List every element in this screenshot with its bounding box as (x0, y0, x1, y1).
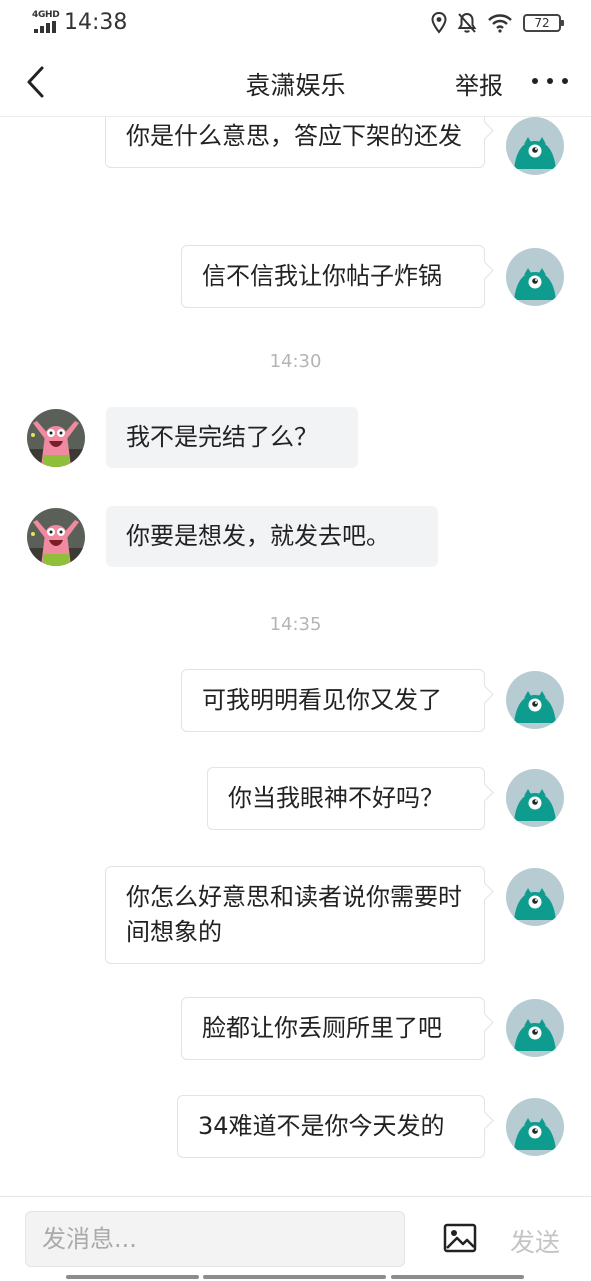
my-avatar[interactable] (506, 769, 564, 827)
sent-message-bubble[interactable]: 可我明明看见你又发了 (181, 669, 485, 732)
sent-message-bubble[interactable]: 你当我眼神不好吗？ (207, 767, 485, 830)
sent-message-bubble[interactable]: 你怎么好意思和读者说你需要时间想象的 (105, 866, 485, 964)
more-dots-icon (532, 78, 568, 84)
sent-message-bubble[interactable]: 34难道不是你今天发的 (177, 1095, 485, 1158)
image-button[interactable] (443, 1223, 477, 1253)
wifi-icon (488, 14, 512, 33)
my-avatar[interactable] (506, 999, 564, 1057)
chat-message-list[interactable]: 你是什么意思，答应下架的还发信不信我让你帖子炸锅 14:30 我不是完结了么？ 你要是… (0, 117, 591, 1195)
sent-message-bubble[interactable]: 信不信我让你帖子炸锅 (181, 245, 485, 308)
more-button[interactable] (528, 66, 572, 96)
my-avatar[interactable] (506, 1098, 564, 1156)
send-button[interactable]: 发送 (510, 1223, 560, 1259)
sent-message-bubble[interactable]: 你是什么意思，答应下架的还发 (105, 117, 485, 168)
report-button[interactable]: 举报 (455, 66, 503, 101)
message-text: 你当我眼神不好吗？ (228, 784, 444, 812)
received-message-bubble[interactable]: 你要是想发，就发去吧。 (106, 506, 438, 567)
signal-icon: 4GHD (32, 10, 60, 33)
contact-avatar[interactable] (27, 508, 85, 566)
message-timestamp: 14:30 (269, 351, 322, 372)
message-text: 你要是想发，就发去吧。 (126, 522, 390, 550)
home-indicator (66, 1275, 199, 1279)
nav-bar: 袁潇娱乐 举报 (0, 48, 591, 117)
my-avatar[interactable] (506, 671, 564, 729)
home-indicator (203, 1275, 386, 1279)
message-text: 可我明明看见你又发了 (202, 686, 442, 714)
back-button[interactable] (18, 62, 58, 102)
message-input[interactable] (25, 1211, 405, 1267)
chevron-left-icon (27, 66, 44, 98)
network-type: 4GHD (32, 10, 60, 20)
sent-message-bubble[interactable]: 脸都让你丢厕所里了吧 (181, 997, 485, 1060)
my-avatar[interactable] (506, 248, 564, 306)
image-icon (443, 1223, 477, 1253)
my-avatar[interactable] (506, 868, 564, 926)
status-bar: 4GHD 14:38 72 (0, 0, 591, 48)
received-message-bubble[interactable]: 我不是完结了么？ (106, 407, 358, 468)
my-avatar[interactable] (506, 117, 564, 175)
message-text: 信不信我让你帖子炸锅 (202, 262, 442, 290)
message-text: 你怎么好意思和读者说你需要时间想象的 (126, 883, 462, 946)
battery-level: 72 (534, 16, 550, 30)
message-text: 你是什么意思，答应下架的还发 (126, 122, 462, 150)
contact-avatar[interactable] (27, 409, 85, 467)
message-text: 34难道不是你今天发的 (198, 1112, 445, 1140)
mute-bell-icon (457, 12, 477, 33)
input-bar: 发送 (0, 1196, 591, 1281)
battery-indicator: 72 (523, 14, 564, 32)
location-icon (431, 12, 447, 34)
status-time: 14:38 (64, 10, 128, 35)
home-indicator (391, 1275, 524, 1279)
message-timestamp: 14:35 (269, 614, 322, 635)
message-text: 脸都让你丢厕所里了吧 (202, 1014, 442, 1042)
message-text: 我不是完结了么？ (126, 423, 318, 451)
